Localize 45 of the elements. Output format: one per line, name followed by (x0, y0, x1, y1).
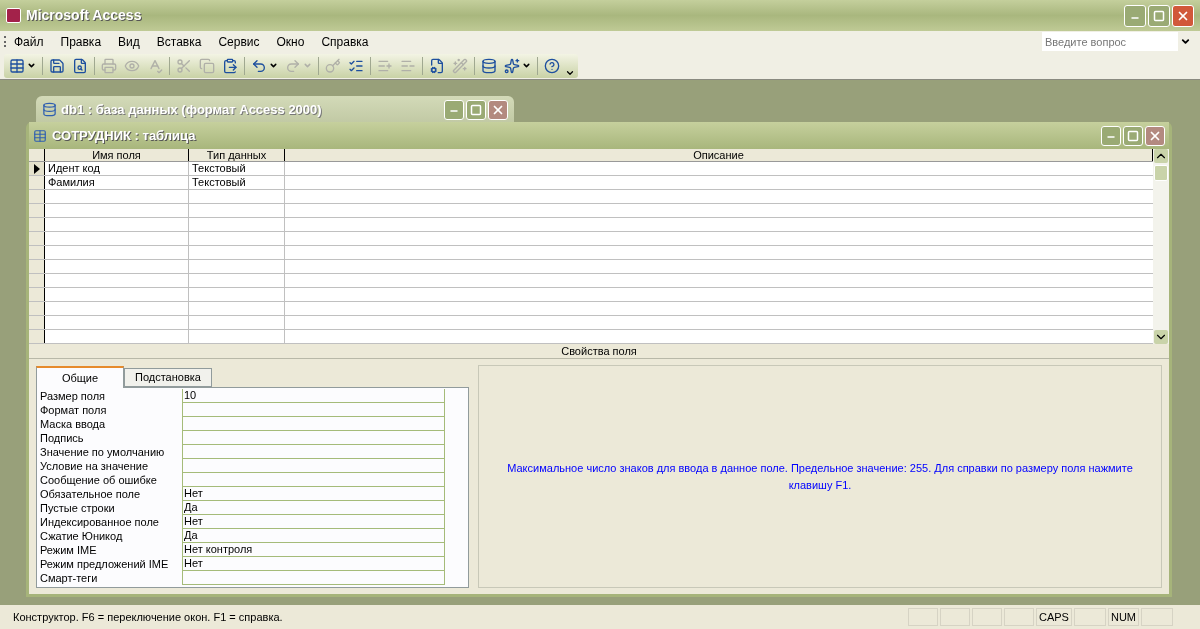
property-value-field[interactable]: 10 (182, 389, 445, 403)
property-label: Пустые строки (40, 501, 116, 515)
table-cell: Текстовый (189, 162, 285, 175)
status-indicator: NUM (1107, 608, 1139, 626)
menu-item[interactable]: Вставка (156, 32, 202, 51)
property-value-field[interactable]: Нет (182, 557, 445, 571)
property-value-field[interactable]: Нет контроля (182, 543, 445, 557)
status-indicator: CAPS (1035, 608, 1072, 626)
menu-item[interactable]: Вид (118, 32, 140, 51)
question-field[interactable]: Введите вопрос (1042, 32, 1178, 51)
property-label: Условие на значение (40, 459, 149, 473)
property-label: Значение по умолчанию (40, 445, 166, 459)
property-value-field[interactable]: Да (182, 501, 445, 515)
property-label: Индексированное поле (40, 515, 160, 529)
window-title: СОТРУДНИК : таблица (52, 126, 196, 145)
properties-tab[interactable]: Общие (36, 366, 124, 388)
section-title: Свойства поля (561, 344, 637, 358)
property-label: Сжатие Юникод (40, 529, 124, 543)
menu-item[interactable]: Справка (321, 32, 369, 51)
property-label: Сообщение об ошибке (40, 473, 158, 487)
properties-tab[interactable]: Подстановка (124, 368, 212, 387)
property-value-field[interactable]: Да (182, 529, 445, 543)
property-label: Режим предложений IME (40, 557, 170, 571)
column-header: Имя поля (45, 149, 189, 161)
property-label: Смарт-теги (40, 571, 99, 585)
property-label: Формат поля (40, 403, 108, 417)
table-cell: Текстовый (189, 176, 285, 189)
property-value-field[interactable]: Нет (182, 487, 445, 501)
help-text: Максимальное число знаков для ввода в данное поле. Предельное значение: 255. Для справки по размеру поля нажмите клавишу F1. (506, 461, 1134, 493)
window-title: Microsoft Access (26, 6, 142, 25)
menu-item[interactable]: Правка (60, 32, 102, 51)
table-cell: Идент код (45, 162, 189, 175)
menu-item[interactable]: Файл (14, 32, 44, 51)
menu-item[interactable]: Окно (276, 32, 305, 51)
property-label: Размер поля (40, 389, 107, 403)
property-value-field[interactable]: Нет (182, 515, 445, 529)
menu-item[interactable]: Сервис (218, 32, 260, 51)
window-title: db1 : база данных (формат Access 2000) (61, 100, 322, 119)
property-label: Режим IME (40, 543, 98, 557)
property-label: Обязательное поле (40, 487, 142, 501)
table-cell: Фамилия (45, 176, 189, 189)
property-label: Маска ввода (40, 417, 107, 431)
status-message: Конструктор. F6 = переключение окон. F1 = справка. (12, 609, 284, 625)
column-header: Тип данных (189, 149, 285, 161)
property-label: Подпись (40, 431, 85, 445)
